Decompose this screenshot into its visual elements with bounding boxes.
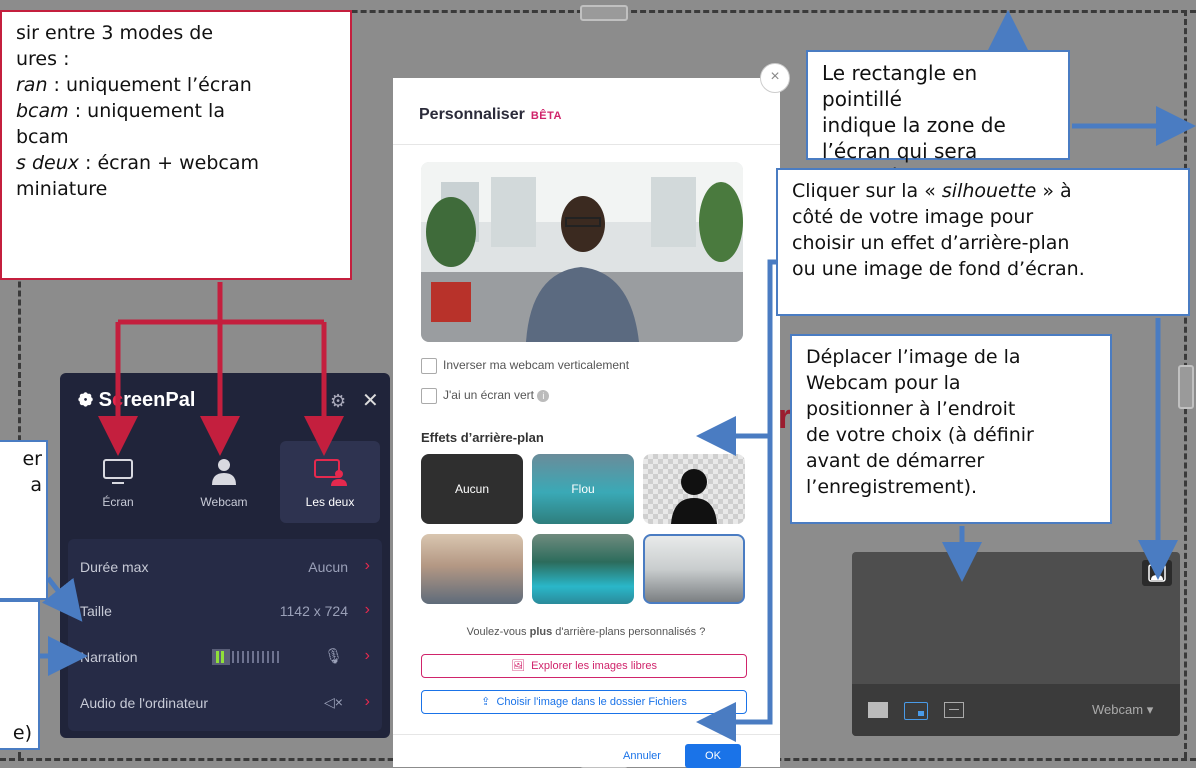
annotation-arrows xyxy=(40,10,1196,742)
